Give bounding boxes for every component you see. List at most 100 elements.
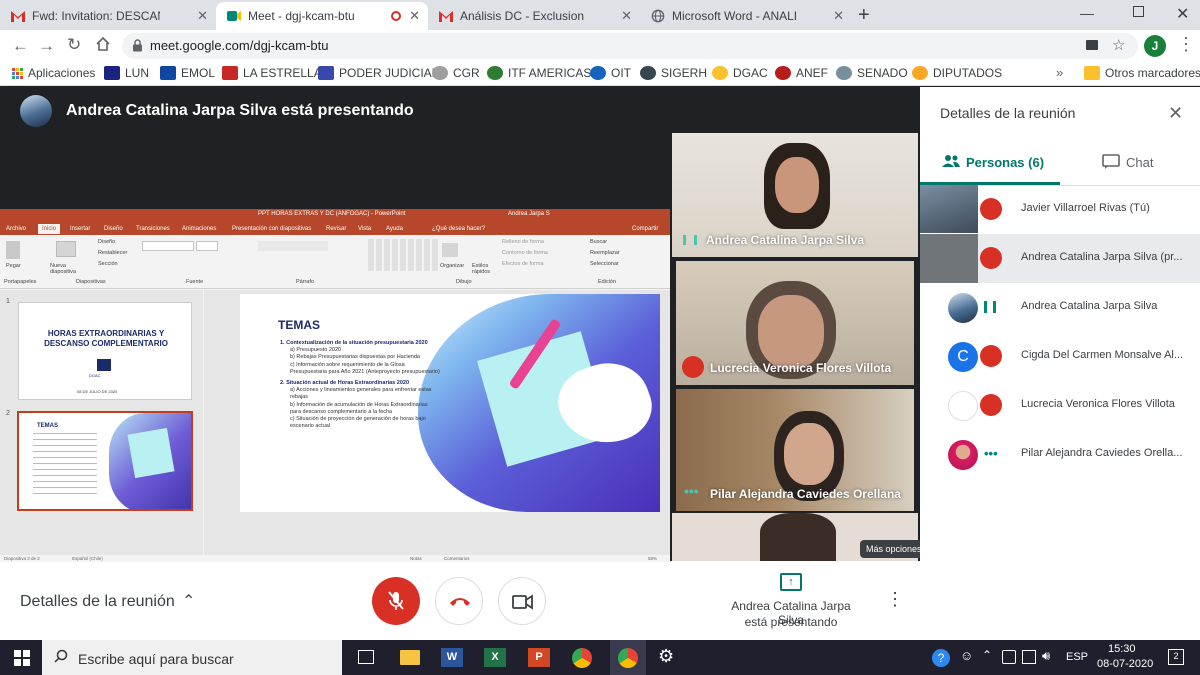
word-icon[interactable]: W (441, 648, 463, 667)
meeting-details-label[interactable]: Detalles de la reunión (20, 593, 175, 611)
restore-icon[interactable] (1133, 6, 1144, 17)
close-tab-icon[interactable]: ✕ (409, 8, 420, 24)
presenting-status[interactable]: ↑ Andrea Catalina Jarpa Silva está prese… (731, 561, 1200, 640)
video-tile[interactable]: Lucrecia Veronica Flores Villota (676, 261, 914, 385)
ribbon-tab[interactable]: ¿Qué desea hacer? (432, 226, 485, 232)
participant-row[interactable]: ••• Pilar Alejandra Caviedes Orella... (920, 430, 1200, 479)
more-bookmarks-icon[interactable]: » (1056, 65, 1063, 80)
powerpoint-icon[interactable]: P (528, 648, 550, 667)
tab-chat[interactable]: Chat (1060, 143, 1200, 185)
bookmark-senado[interactable]: SENADO (836, 66, 908, 80)
excel-icon[interactable]: X (484, 648, 506, 667)
arrange-icon[interactable] (442, 243, 458, 257)
ribbon-tab[interactable]: Revisar (326, 226, 346, 232)
task-view-icon[interactable] (358, 650, 374, 664)
language-indicator[interactable]: ESP (1066, 651, 1088, 663)
participant-row[interactable]: Andrea Catalina Jarpa Silva (pr... (920, 234, 1200, 283)
ribbon-tab[interactable]: Insertar (70, 226, 90, 232)
notifications-icon[interactable]: 2 (1168, 649, 1184, 665)
select-button[interactable]: Seleccionar (590, 261, 619, 267)
zoom-level[interactable]: 58% (648, 556, 657, 561)
bookmark-diputados[interactable]: DIPUTADOS (912, 66, 1002, 80)
notes-button[interactable]: Notas (410, 556, 422, 561)
show-hidden-icons[interactable]: ⌃ (982, 648, 992, 662)
bookmark-sigerh[interactable]: SIGERH (640, 66, 707, 80)
leave-call-button[interactable] (435, 577, 483, 625)
close-panel-icon[interactable]: ✕ (1168, 103, 1183, 124)
new-slide-icon[interactable] (56, 241, 76, 257)
bookmark-emol[interactable]: EMOL (160, 66, 215, 80)
close-tab-icon[interactable]: ✕ (833, 8, 844, 24)
ribbon-tab[interactable]: Ayuda (386, 226, 403, 232)
new-tab-icon[interactable]: + (858, 4, 870, 27)
shapes-gallery[interactable] (368, 239, 438, 271)
layout-button[interactable]: Diseño (98, 239, 115, 245)
tab-people[interactable]: Personas (6) (920, 143, 1060, 185)
ribbon-tab[interactable]: Vista (358, 226, 371, 232)
bookmark-la-estrella[interactable]: LA ESTRELLA (222, 66, 322, 80)
bookmark-lun[interactable]: LUN (104, 66, 149, 80)
bookmark-star-icon[interactable]: ☆ (1112, 36, 1125, 54)
clock-date[interactable]: 08-07-2020 (1097, 658, 1153, 670)
section-button[interactable]: Sección (98, 261, 118, 267)
participant-row[interactable]: Andrea Catalina Jarpa Silva (920, 283, 1200, 332)
participant-row[interactable]: C Cigda Del Carmen Monsalve Al... (920, 332, 1200, 381)
people-icon[interactable]: ☺ (960, 648, 973, 663)
tab-gmail-analisis[interactable]: Análisis DC - Exclusiones Enferme ✕ (428, 2, 640, 30)
taskbar-search-box[interactable]: Escribe aquí para buscar (42, 640, 342, 675)
network-icon[interactable] (1002, 650, 1016, 664)
ribbon-tab[interactable]: Diseño (104, 226, 123, 232)
participant-row[interactable]: Javier Villarroel Rivas (Tú) (920, 185, 1200, 234)
chevron-up-icon[interactable]: ⌃ (182, 591, 195, 611)
address-bar[interactable]: meet.google.com/dgj-kcam-btu ☆ (122, 33, 1138, 59)
paste-icon[interactable] (6, 241, 20, 259)
replace-button[interactable]: Reemplazar (590, 250, 620, 256)
close-tab-icon[interactable]: ✕ (621, 8, 632, 24)
camera-toggle-button[interactable] (498, 577, 546, 625)
bookmark-oit[interactable]: OIT (590, 66, 631, 80)
minimize-icon[interactable]: — (1080, 5, 1094, 21)
bookmark-other-folder[interactable]: Otros marcadores (1084, 66, 1200, 80)
profile-avatar[interactable]: J (1144, 35, 1166, 57)
bookmark-apps[interactable]: Aplicaciones (12, 66, 95, 80)
bookmark-cgr[interactable]: CGR (432, 66, 480, 80)
back-icon[interactable]: ← (12, 36, 29, 56)
camera-icon[interactable] (1086, 40, 1098, 50)
clock-time[interactable]: 15:30 (1108, 643, 1136, 655)
active-app-slot[interactable] (610, 640, 646, 675)
shape-outline-button[interactable]: Contorno de forma (502, 250, 548, 256)
slide-thumbnail-2[interactable]: TEMAS (17, 411, 193, 511)
window-close-icon[interactable]: ✕ (1176, 4, 1189, 24)
shape-fill-button[interactable]: Relleno de forma (502, 239, 544, 245)
chrome-icon[interactable] (572, 648, 592, 668)
bookmark-dgac[interactable]: DGAC (712, 66, 768, 80)
ribbon-tab[interactable]: Presentación con diapositivas (232, 226, 311, 232)
settings-gear-icon[interactable]: ⚙ (658, 646, 674, 667)
shape-effects-button[interactable]: Efectos de forma (502, 261, 544, 267)
forward-icon[interactable]: → (38, 36, 55, 56)
home-icon[interactable] (95, 36, 111, 57)
more-menu-icon[interactable]: ⋮ (1177, 34, 1195, 55)
volume-icon[interactable]: 🔊︎ (1042, 648, 1050, 664)
close-tab-icon[interactable]: ✕ (197, 8, 208, 24)
video-tile[interactable]: Andrea Catalina Jarpa Silva (672, 133, 918, 257)
display-icon[interactable] (1022, 650, 1036, 664)
more-options-icon[interactable]: ⋮ (886, 589, 904, 610)
windows-start-icon[interactable] (14, 650, 30, 671)
main-slide[interactable]: TEMAS 1. Contextualización de la situaci… (240, 294, 660, 512)
participant-row[interactable]: Lucrecia Veronica Flores Villota (920, 381, 1200, 430)
reset-button[interactable]: Restablecer (98, 250, 127, 256)
bookmark-itf[interactable]: ITF AMERICAS (487, 66, 591, 80)
font-name-dropdown[interactable] (142, 241, 194, 251)
ribbon-tab[interactable]: Transiciones (136, 226, 170, 232)
file-explorer-icon[interactable] (400, 650, 420, 665)
paragraph-controls[interactable] (258, 241, 328, 251)
video-tile[interactable]: ••• Pilar Alejandra Caviedes Orellana (676, 389, 914, 511)
ribbon-tab[interactable]: Animaciones (182, 226, 216, 232)
tab-gmail-fwd[interactable]: Fwd: Invitation: DESCANSO COM ✕ (0, 2, 216, 30)
ribbon-tab[interactable]: Inicio (38, 224, 61, 234)
tab-word[interactable]: Microsoft Word - ANALISIS POR ✕ (640, 2, 852, 30)
slide-thumbnail-1[interactable]: HORAS EXTRAORDINARIAS Y DESCANSO COMPLEM… (18, 302, 192, 400)
reload-icon[interactable]: ↻ (67, 35, 81, 55)
tab-meet[interactable]: Meet - dgj-kcam-btu ✕ (216, 2, 428, 30)
